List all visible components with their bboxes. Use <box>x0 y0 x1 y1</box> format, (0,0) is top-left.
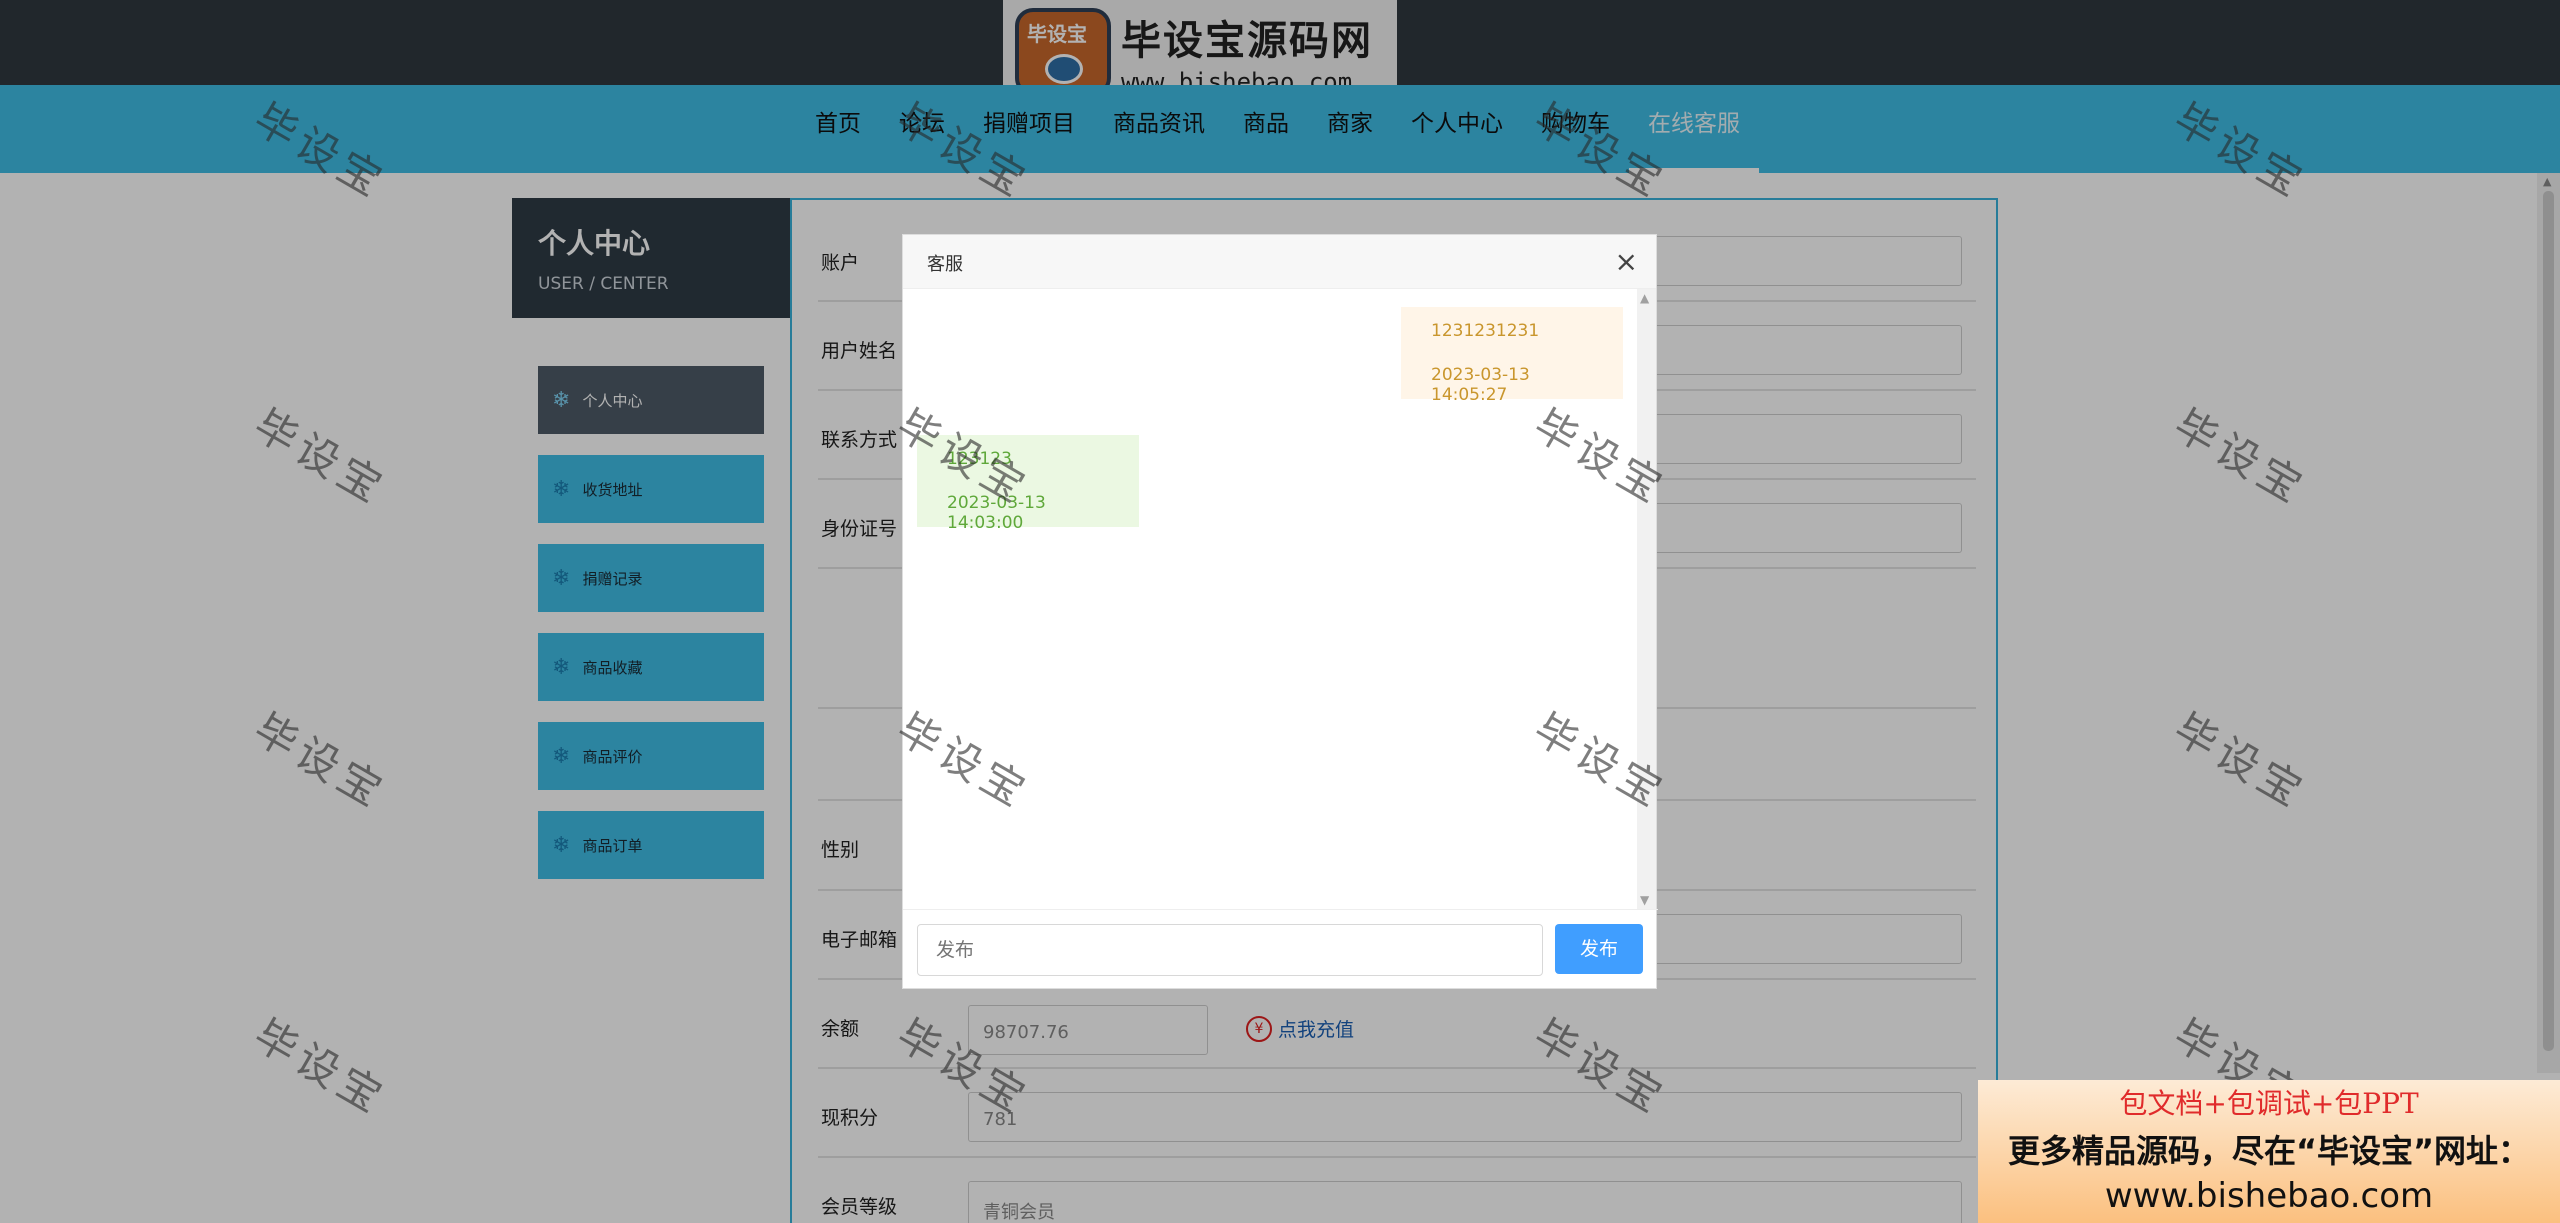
promo-line-2: 更多精品源码，尽在“毕设宝”网址： <box>2007 1132 2531 1170</box>
dialog-header: 客服 × <box>903 235 1656 289</box>
message-time: 2023-03-13 14:03:00 <box>947 493 1046 533</box>
promo-line-1: 包文档+包调试+包PPT <box>2119 1087 2419 1120</box>
chat-message-sent: 1231231231 2023-03-13 14:05:27 <box>1401 307 1623 405</box>
chat-message-received: 123123 2023-03-13 14:03:00 <box>917 435 1139 533</box>
chat-scrollbar[interactable]: ▲ ▼ <box>1637 289 1656 909</box>
scroll-up-icon[interactable]: ▲ <box>1640 291 1649 305</box>
message-text: 1231231231 <box>1431 321 1540 341</box>
message-time: 2023-03-13 14:05:27 <box>1431 365 1530 405</box>
chat-footer: 发布 <box>903 909 1658 989</box>
dialog-title: 客服 <box>927 254 963 275</box>
chat-message-input[interactable] <box>917 924 1543 976</box>
scroll-down-icon[interactable]: ▼ <box>1640 893 1649 907</box>
promo-banner: 包文档+包调试+包PPT 更多精品源码，尽在“毕设宝”网址： www.bishe… <box>1978 1080 2560 1223</box>
message-text: 123123 <box>947 449 1012 469</box>
customer-service-dialog: 客服 × 1231231231 2023-03-13 14:05:27 1231… <box>902 234 1658 989</box>
chat-message-list[interactable]: 1231231231 2023-03-13 14:05:27 123123 20… <box>903 289 1639 909</box>
send-button[interactable]: 发布 <box>1555 924 1643 974</box>
promo-line-3: www.bishebao.com <box>2104 1176 2434 1216</box>
close-icon[interactable]: × <box>1615 245 1638 278</box>
